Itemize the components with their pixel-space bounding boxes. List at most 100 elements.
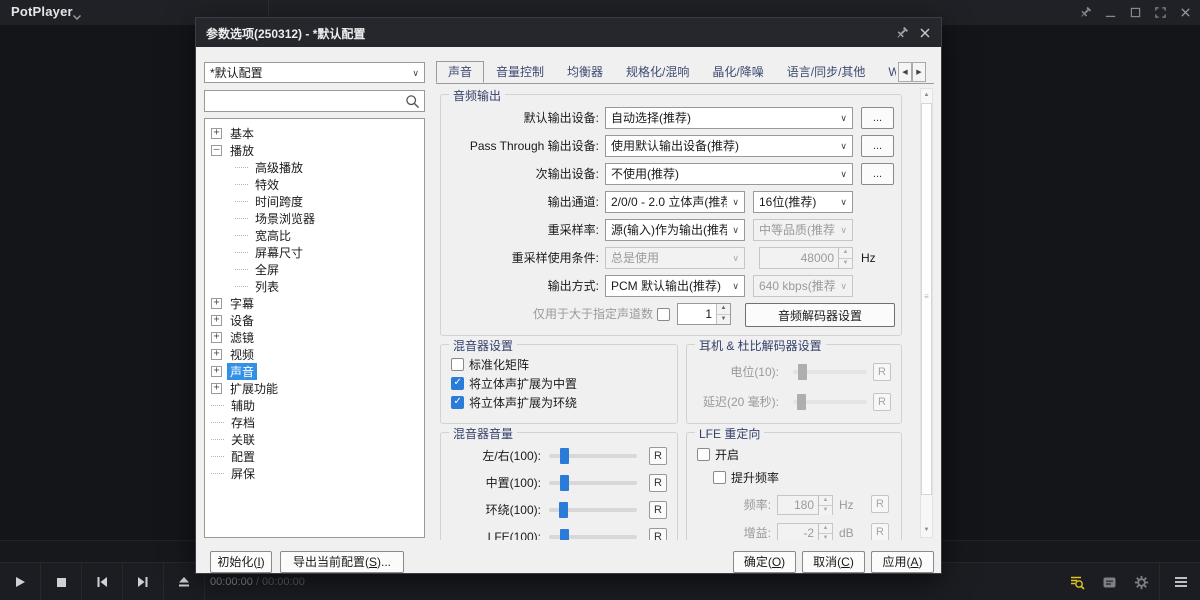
- expand-icon[interactable]: +: [211, 298, 222, 309]
- spinner-down-icon[interactable]: ▼: [819, 505, 832, 515]
- tree-item[interactable]: +设备: [205, 312, 424, 329]
- slider-handle[interactable]: [560, 475, 569, 491]
- tree-item[interactable]: +声音: [205, 363, 424, 380]
- tree-item[interactable]: 存档: [205, 414, 424, 431]
- mixer-volume-slider[interactable]: [549, 474, 637, 492]
- tree-item[interactable]: 特效: [205, 176, 424, 193]
- tab-2[interactable]: 音量控制: [485, 62, 555, 84]
- expand-icon[interactable]: +: [211, 128, 222, 139]
- initialize-button[interactable]: 初始化(I): [210, 551, 272, 573]
- spinner-down-icon[interactable]: ▼: [717, 314, 730, 325]
- tree-item[interactable]: 宽高比: [205, 227, 424, 244]
- slider-handle[interactable]: [798, 364, 807, 380]
- reset-button[interactable]: R: [649, 447, 667, 465]
- expand-icon[interactable]: +: [211, 315, 222, 326]
- previous-button[interactable]: [82, 563, 122, 600]
- slider-handle[interactable]: [560, 448, 569, 464]
- tree-item[interactable]: 时间跨度: [205, 193, 424, 210]
- output-channels-select[interactable]: 2/0/0 - 2.0 立体声(推荐) ∨: [605, 191, 745, 213]
- tab-5[interactable]: 晶化/降噪: [701, 62, 774, 84]
- tree-item[interactable]: 屏保: [205, 465, 424, 482]
- resample-condition-select[interactable]: 总是使用 ∨: [605, 247, 745, 269]
- export-config-button[interactable]: 导出当前配置(S)...: [280, 551, 404, 573]
- slider-handle[interactable]: [560, 529, 569, 540]
- tree-item[interactable]: 列表: [205, 278, 424, 295]
- passthrough-device-more-button[interactable]: ...: [861, 135, 894, 157]
- close-icon[interactable]: [1178, 6, 1192, 20]
- tree-item[interactable]: +扩展功能: [205, 380, 424, 397]
- lfe-freq-reset-button[interactable]: R: [871, 495, 889, 513]
- menu-button[interactable]: [1162, 563, 1200, 600]
- ok-button[interactable]: 确定(O): [733, 551, 796, 573]
- tree-item[interactable]: +字幕: [205, 295, 424, 312]
- dialog-pin-icon[interactable]: [895, 26, 909, 40]
- tab-1[interactable]: 声音: [436, 61, 484, 83]
- bitrate-select[interactable]: 640 kbps(推荐) ∨: [753, 275, 853, 297]
- resample-rate-select[interactable]: 源(输入)作为输出(推荐) ∨: [605, 219, 745, 241]
- tab-scroll-left-icon[interactable]: ◀: [898, 62, 912, 82]
- mixer-setting-row[interactable]: 将立体声扩展为环绕: [451, 395, 577, 410]
- checkbox[interactable]: [451, 358, 464, 371]
- reset-button[interactable]: R: [649, 501, 667, 519]
- apply-button[interactable]: 应用(A): [871, 551, 934, 573]
- tree-item[interactable]: 辅助: [205, 397, 424, 414]
- tree-item[interactable]: 屏幕尺寸: [205, 244, 424, 261]
- play-button[interactable]: [0, 563, 40, 600]
- default-output-device-more-button[interactable]: ...: [861, 107, 894, 129]
- tree-item[interactable]: +视频: [205, 346, 424, 363]
- expand-icon[interactable]: +: [211, 332, 222, 343]
- tree-item[interactable]: 高级播放: [205, 159, 424, 176]
- mixer-setting-row[interactable]: 将立体声扩展为中置: [451, 376, 577, 391]
- slider-handle[interactable]: [797, 394, 806, 410]
- spinner-down-icon[interactable]: ▼: [839, 258, 852, 269]
- channel-count-spinner[interactable]: 1 ▲▼: [677, 303, 731, 325]
- secondary-device-more-button[interactable]: ...: [861, 163, 894, 185]
- checkbox[interactable]: [451, 377, 464, 390]
- tab-4[interactable]: 规格化/混响: [615, 62, 700, 84]
- spinner-up-icon[interactable]: ▲: [717, 304, 730, 314]
- spinner-up-icon[interactable]: ▲: [819, 524, 832, 533]
- reset-button[interactable]: R: [649, 528, 667, 540]
- headphone-slider[interactable]: [793, 363, 867, 381]
- reset-button[interactable]: R: [873, 363, 891, 381]
- spinner-up-icon[interactable]: ▲: [819, 496, 832, 505]
- lfe-boost-row[interactable]: 提升频率: [713, 470, 779, 485]
- reset-button[interactable]: R: [873, 393, 891, 411]
- maximize-icon[interactable]: [1128, 6, 1142, 20]
- mixer-volume-slider[interactable]: [549, 501, 637, 519]
- reset-button[interactable]: R: [649, 474, 667, 492]
- expand-icon[interactable]: +: [211, 349, 222, 360]
- bit-depth-select[interactable]: 16位(推荐) ∨: [753, 191, 853, 213]
- lfe-enable-checkbox[interactable]: [697, 448, 710, 461]
- headphone-slider[interactable]: [793, 393, 867, 411]
- mixer-setting-row[interactable]: 标准化矩阵: [451, 357, 529, 372]
- dialog-close-icon[interactable]: [918, 26, 932, 40]
- tree-item[interactable]: +滤镜: [205, 329, 424, 346]
- cancel-button[interactable]: 取消(C): [802, 551, 865, 573]
- dialog-titlebar[interactable]: 参数选项(250312) - *默认配置: [196, 18, 941, 47]
- tree-item[interactable]: 全屏: [205, 261, 424, 278]
- passthrough-device-select[interactable]: 使用默认输出设备(推荐) ∨: [605, 135, 853, 157]
- tree-item[interactable]: 配置: [205, 448, 424, 465]
- slider-handle[interactable]: [559, 502, 568, 518]
- spinner-down-icon[interactable]: ▼: [819, 533, 832, 540]
- checkbox[interactable]: [451, 396, 464, 409]
- lfe-freq-spinner[interactable]: 180 ▲▼: [777, 495, 833, 515]
- next-button[interactable]: [123, 563, 163, 600]
- lfe-enable-row[interactable]: 开启: [697, 447, 739, 462]
- lfe-boost-checkbox[interactable]: [713, 471, 726, 484]
- stop-button[interactable]: [41, 563, 81, 600]
- minimize-icon[interactable]: [1103, 6, 1117, 20]
- tree-item[interactable]: +基本: [205, 125, 424, 142]
- secondary-device-select[interactable]: 不使用(推荐) ∨: [605, 163, 853, 185]
- expand-icon[interactable]: +: [211, 383, 222, 394]
- tree-item[interactable]: 场景浏览器: [205, 210, 424, 227]
- sample-rate-spinner[interactable]: 48000 ▲▼: [759, 247, 853, 269]
- lfe-gain-reset-button[interactable]: R: [871, 523, 889, 540]
- tab-7[interactable]: Wi: [877, 62, 896, 84]
- window-pin-icon[interactable]: [1078, 6, 1092, 20]
- app-menu-chevron-icon[interactable]: [72, 8, 82, 26]
- mixer-volume-slider[interactable]: [549, 528, 637, 540]
- tab-3[interactable]: 均衡器: [556, 62, 614, 84]
- resample-quality-select[interactable]: 中等品质(推荐) ∨: [753, 219, 853, 241]
